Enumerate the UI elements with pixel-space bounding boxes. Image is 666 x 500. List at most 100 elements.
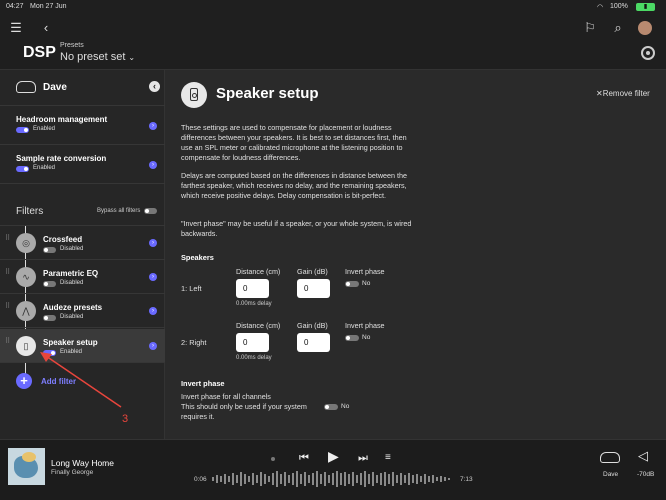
audeze-logo-icon: ⋀ [16, 301, 36, 321]
play-icon[interactable]: ▶ [328, 449, 339, 463]
settings-gear-icon[interactable] [641, 46, 655, 60]
headroom-management-item[interactable]: Headroom management Enabled › [0, 106, 165, 145]
status-date: Mon 27 Jun [30, 3, 67, 10]
filters-header: Filters Bypass all filters [0, 195, 165, 226]
now-playing-bar: Long Way Home Finally George ⏮ ▶ ⏭ ≡ 0:0… [0, 439, 666, 500]
distance-input-left[interactable]: 0 [236, 279, 269, 298]
battery-icon: ▮ [636, 3, 655, 11]
wifi-icon: ◠ [597, 4, 604, 11]
output-device-name[interactable]: Dave [603, 471, 618, 478]
invert-phase-section-title: Invert phase [181, 379, 225, 388]
page-title: DSP [23, 44, 56, 61]
filter-item-parametric-eq[interactable]: ⠿ ∿ Parametric EQ Disabled › [0, 260, 165, 294]
filter-toggle[interactable] [43, 281, 56, 287]
filter-state: Disabled [60, 280, 84, 286]
add-filter-button[interactable]: + Add filter [16, 373, 116, 389]
sample-rate-toggle[interactable] [16, 166, 29, 172]
avatar[interactable] [638, 21, 652, 35]
previous-track-icon[interactable]: ⏮ [299, 451, 309, 465]
speakers-section-title: Speakers [181, 253, 214, 262]
queue-icon[interactable]: ≡ [385, 451, 391, 465]
waveform-seekbar[interactable] [212, 470, 452, 488]
filter-name: Speaker setup [43, 338, 98, 347]
next-track-icon[interactable]: ⏭ [358, 451, 368, 465]
headroom-toggle[interactable] [16, 127, 29, 133]
filter-detail-panel: Speaker setup ✕Remove filter These setti… [165, 69, 666, 439]
invert-all-hint: This should only be used if your system [181, 402, 307, 411]
headroom-state: Enabled [33, 126, 56, 132]
invert-all-hint-2: requires it. [181, 412, 215, 421]
dsp-header: DSP Presets No preset set ⌄ [0, 42, 666, 69]
filter-name: Audeze presets [43, 303, 103, 312]
headroom-title: Headroom management [16, 115, 108, 124]
chevron-down-icon: ⌄ [128, 53, 136, 62]
chevron-right-icon[interactable]: › [149, 342, 157, 350]
invert-all-label: Invert phase for all channels [181, 392, 271, 401]
gain-column-header: Gain (dB) [297, 267, 328, 276]
gain-column-header: Gain (dB) [297, 321, 328, 330]
search-icon[interactable]: ⌕ [610, 20, 626, 36]
chevron-right-icon[interactable]: › [149, 239, 157, 247]
elapsed-time: 0:06 [194, 476, 207, 483]
filter-item-audeze-presets[interactable]: ⠿ ⋀ Audeze presets Disabled › [0, 294, 165, 328]
filter-toggle[interactable] [43, 247, 56, 253]
distance-column-header: Distance (cm) [236, 267, 281, 276]
distance-input-right[interactable]: 0 [236, 333, 269, 352]
invert-toggle-right[interactable] [345, 335, 359, 341]
filter-item-speaker-setup[interactable]: ⠿ ▯ Speaker setup Enabled › [0, 329, 165, 363]
chevron-right-icon[interactable]: › [149, 161, 157, 169]
gain-input-right[interactable]: 0 [297, 333, 330, 352]
filter-toggle[interactable] [43, 350, 56, 356]
description-paragraph-1: These settings are used to compensate fo… [181, 123, 407, 162]
drag-handle-icon[interactable]: ⠿ [5, 269, 10, 281]
distance-column-header: Distance (cm) [236, 321, 281, 330]
hamburger-menu-icon[interactable]: ☰ [8, 20, 24, 36]
collapse-sidebar-button[interactable]: ‹ [149, 81, 160, 92]
battery-percent: 100% [610, 3, 628, 10]
panel-title: Speaker setup [216, 85, 319, 102]
chevron-right-icon[interactable]: › [149, 307, 157, 315]
gain-input-left[interactable]: 0 [297, 279, 330, 298]
delay-right: 0.00ms delay [236, 355, 272, 361]
remove-filter-button[interactable]: ✕Remove filter [596, 89, 650, 98]
bookmark-icon[interactable]: ⚐ [582, 20, 598, 36]
filter-state: Disabled [60, 314, 84, 320]
filter-state: Disabled [60, 246, 84, 252]
invert-value-right: No [362, 334, 371, 341]
sidebar: Dave ‹ Headroom management Enabled › Sam… [0, 69, 165, 439]
chevron-right-icon[interactable]: › [149, 273, 157, 281]
back-arrow-icon[interactable]: ‹ [38, 20, 54, 36]
drag-handle-icon[interactable]: ⠿ [5, 235, 10, 247]
sample-rate-title: Sample rate conversion [16, 154, 107, 163]
device-name: Dave [43, 82, 67, 93]
total-time: 7:13 [460, 476, 473, 483]
status-time: 04:27 [6, 3, 24, 10]
volume-level[interactable]: -70dB [637, 471, 654, 478]
drag-handle-icon[interactable]: ⠿ [5, 338, 10, 350]
headphones-icon [16, 81, 36, 93]
bypass-toggle[interactable] [144, 208, 157, 214]
presets-dropdown[interactable]: No preset set ⌄ [60, 51, 135, 63]
speaker-icon: ▯ [16, 336, 36, 356]
filters-label: Filters [16, 206, 44, 217]
filter-toggle[interactable] [43, 315, 56, 321]
drag-handle-icon[interactable]: ⠿ [5, 303, 10, 315]
delay-left: 0.00ms delay [236, 301, 272, 307]
invert-column-header: Invert phase [345, 267, 385, 276]
annotation-number: 3 [122, 413, 129, 425]
close-icon: ✕ [596, 89, 603, 98]
invert-toggle-left[interactable] [345, 281, 359, 287]
filter-state: Enabled [60, 349, 83, 355]
filter-item-crossfeed[interactable]: ⠿ ◎ Crossfeed Disabled › [0, 226, 165, 260]
invert-all-toggle[interactable] [324, 404, 338, 410]
album-art[interactable] [8, 448, 45, 485]
volume-icon[interactable]: ◁ [638, 448, 648, 464]
track-title[interactable]: Long Way Home [51, 458, 114, 468]
presets-label: Presets [60, 42, 84, 49]
channel-label: 1: Left [181, 284, 202, 293]
chevron-right-icon[interactable]: › [149, 122, 157, 130]
add-filter-label: Add filter [41, 377, 77, 386]
track-artist[interactable]: Finally George [51, 469, 93, 476]
sample-rate-item[interactable]: Sample rate conversion Enabled › [0, 145, 165, 184]
output-device-icon[interactable] [600, 452, 620, 463]
